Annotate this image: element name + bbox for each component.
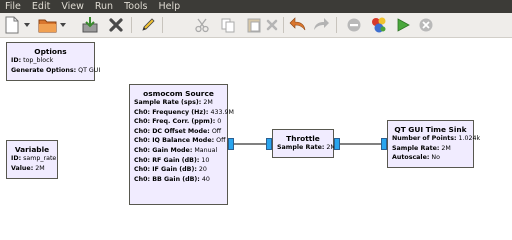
close-icon [109, 18, 123, 32]
block-param: ID: top_block [11, 57, 54, 64]
block-param: ID: samp_rate [11, 155, 57, 162]
block-param: Number of Points: 1.024k [392, 135, 481, 142]
block-param: Ch0: IF Gain (dB): 20 [134, 166, 207, 174]
block-param: Sample Rate (sps): 2M [134, 99, 213, 106]
block-param: Ch0: IQ Balance Mode: Off [134, 137, 226, 145]
block-param: Sample Rate: 2M [277, 144, 336, 151]
disable-button[interactable] [344, 15, 364, 35]
menu-file[interactable]: File [0, 0, 27, 13]
new-icon [5, 16, 19, 34]
redo-button[interactable] [311, 15, 331, 35]
redo-icon [314, 18, 329, 30]
block-param: Ch0: Gain Mode: Manual [134, 146, 218, 154]
new-dropdown[interactable] [22, 15, 32, 35]
variable-block[interactable]: Variable ID: samp_rate Value: 2M [6, 140, 58, 179]
block-param: Value: 2M [11, 164, 45, 172]
open-dropdown[interactable] [58, 15, 68, 35]
copy-button[interactable] [218, 15, 238, 35]
execute-button[interactable] [393, 15, 413, 35]
block-param: Sample Rate: 2M [392, 144, 451, 152]
menu-edit[interactable]: Edit [27, 0, 56, 13]
block-param: Ch0: DC Offset Mode: Off [134, 127, 222, 135]
cut-button[interactable] [192, 15, 212, 35]
edit-pencil-icon [142, 18, 155, 31]
menu-tools[interactable]: Tools [119, 0, 153, 13]
edit-button[interactable] [138, 15, 158, 35]
save-button[interactable] [80, 15, 100, 35]
undo-icon [289, 17, 306, 31]
paste-button[interactable] [244, 15, 264, 35]
new-button[interactable] [2, 15, 22, 35]
menu-run[interactable]: Run [90, 0, 119, 13]
block-title: Throttle [286, 134, 320, 143]
chevron-down-icon [24, 23, 30, 27]
qt-gui-time-sink-block[interactable]: QT GUI Time Sink Number of Points: 1.024… [387, 120, 481, 168]
generate-button[interactable] [369, 15, 389, 35]
options-block[interactable]: Options ID: top_block Generate Options: … [6, 42, 101, 81]
block-param: Ch0: BB Gain (dB): 40 [134, 175, 210, 183]
copy-icon [221, 18, 235, 33]
menu-help[interactable]: Help [153, 0, 186, 13]
block-title: Options [34, 47, 67, 56]
throttle-output-port[interactable] [334, 138, 340, 150]
connection-throttle-to-timesink[interactable] [340, 140, 387, 148]
block-param: Generate Options: QT GUI [11, 66, 101, 74]
toolbar-separator [162, 17, 163, 33]
delete-button[interactable] [262, 15, 282, 35]
toolbar [0, 13, 512, 38]
throttle-block[interactable]: Throttle Sample Rate: 2M [272, 129, 336, 158]
undo-button[interactable] [288, 15, 308, 35]
close-button[interactable] [106, 15, 126, 35]
block-param: Ch0: Frequency (Hz): 433.9M [134, 108, 234, 116]
menu-bar: File Edit View Run Tools Help [0, 0, 512, 13]
block-title: QT GUI Time Sink [394, 125, 467, 134]
kill-button[interactable] [416, 15, 436, 35]
open-icon [38, 19, 57, 33]
throttle-input-port[interactable] [266, 138, 272, 150]
generate-icon [372, 17, 386, 33]
delete-icon [266, 19, 278, 31]
osmocom-output-port[interactable] [228, 138, 234, 150]
paste-icon [247, 18, 261, 33]
osmocom-source-block[interactable]: osmocom Source Sample Rate (sps): 2M Ch0… [129, 84, 234, 205]
execute-icon [397, 18, 410, 32]
kill-icon [419, 18, 433, 32]
cut-icon [195, 18, 209, 33]
toolbar-separator [131, 17, 132, 33]
block-title: osmocom Source [143, 89, 214, 98]
disable-icon [347, 18, 361, 32]
save-icon [82, 17, 98, 33]
menu-view[interactable]: View [56, 0, 90, 13]
block-param: Ch0: Freq. Corr. (ppm): 0 [134, 118, 222, 126]
block-param: Autoscale: No [392, 154, 440, 162]
timesink-input-port[interactable] [381, 138, 387, 150]
chevron-down-icon [60, 23, 66, 27]
flowgraph-canvas[interactable]: Options ID: top_block Generate Options: … [0, 38, 512, 217]
block-title: Variable [14, 145, 50, 154]
toolbar-separator [336, 17, 337, 33]
block-param: Ch0: RF Gain (dB): 10 [134, 156, 210, 164]
open-button[interactable] [38, 15, 58, 35]
toolbar-separator [283, 17, 284, 33]
